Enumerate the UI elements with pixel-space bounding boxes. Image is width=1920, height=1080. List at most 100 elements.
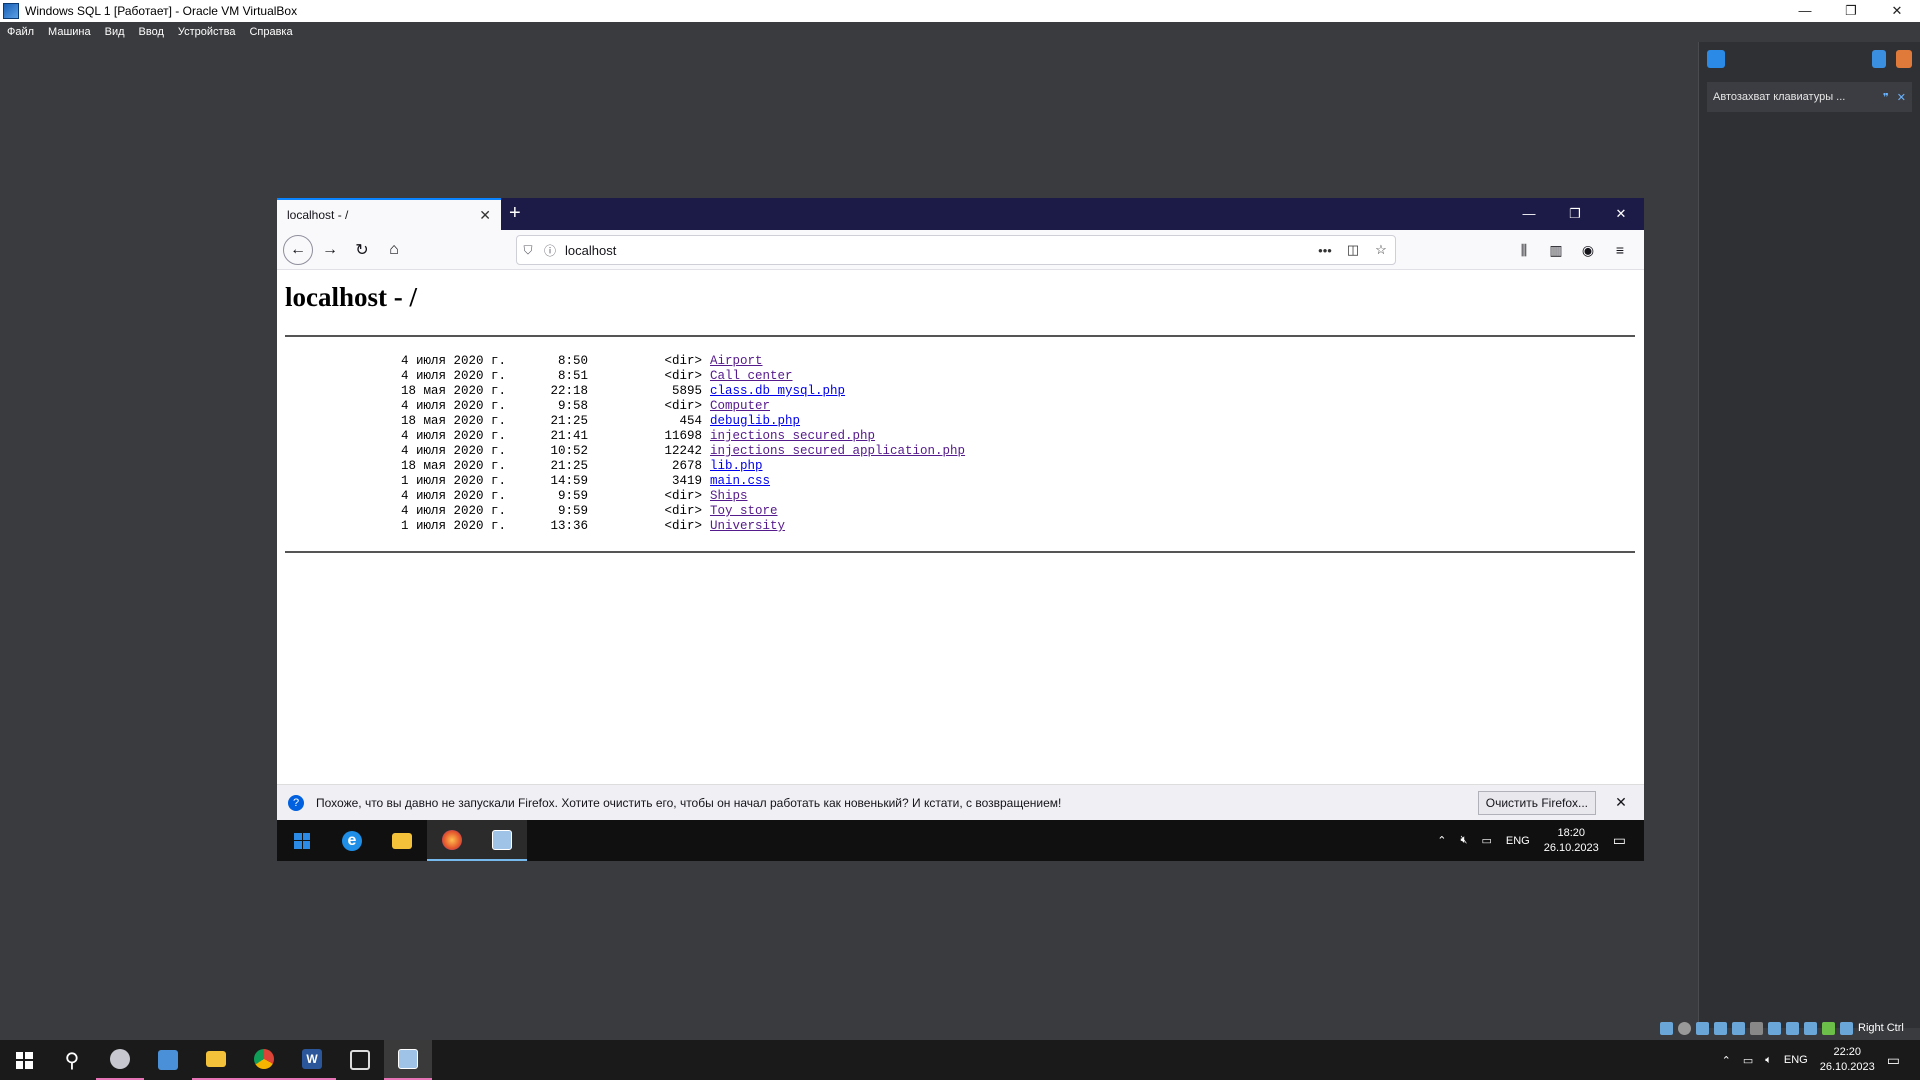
- host-clock[interactable]: 22:20 26.10.2023: [1820, 1045, 1875, 1075]
- host-start-button[interactable]: [0, 1040, 48, 1080]
- mouse-integration-icon[interactable]: [1822, 1021, 1835, 1035]
- listing-link[interactable]: Airport: [710, 354, 763, 369]
- chrome-icon: [254, 1049, 274, 1069]
- menu-machine[interactable]: Машина: [41, 26, 98, 38]
- notification-close-icon[interactable]: ✕: [1610, 794, 1632, 811]
- windows-logo-icon: [294, 832, 310, 849]
- chrome-taskbar-icon[interactable]: [240, 1040, 288, 1080]
- volume-icon[interactable]: 🔈︎: [1765, 1054, 1772, 1067]
- listing-link[interactable]: debuglib.php: [710, 414, 800, 429]
- app-taskbar-icon-2[interactable]: [144, 1040, 192, 1080]
- listing-row: 4 июля 2020 г. 8:51 <dir> Call center: [400, 369, 793, 384]
- menu-view[interactable]: Вид: [98, 26, 132, 38]
- library-icon[interactable]: ⫼: [1508, 235, 1540, 265]
- ie-taskbar-icon[interactable]: e: [327, 820, 377, 861]
- firefox-taskbar-icon[interactable]: [427, 820, 477, 861]
- host-lang-indicator[interactable]: ENG: [1784, 1054, 1808, 1066]
- display-status-icon[interactable]: [1768, 1021, 1781, 1035]
- cpu-status-icon[interactable]: [1804, 1021, 1817, 1035]
- back-button[interactable]: ←: [283, 234, 313, 265]
- tab-close-icon[interactable]: ✕: [479, 207, 491, 224]
- sort-icon[interactable]: [1872, 50, 1886, 68]
- network-status-icon[interactable]: [1714, 1021, 1727, 1035]
- firefox-navbar: ← → ↻ ⌂ ⛉ ⓘ localhost ••• ◫ ☆ ⫼ ▥ ◉ ≡: [277, 230, 1644, 270]
- menu-devices[interactable]: Устройства: [171, 26, 243, 38]
- notice-pin-icon[interactable]: ❞: [1883, 91, 1889, 104]
- new-tab-button[interactable]: +: [509, 198, 521, 230]
- hdd-status-icon[interactable]: [1660, 1021, 1673, 1035]
- minimize-button[interactable]: —: [1782, 0, 1828, 22]
- page-actions-icon[interactable]: •••: [1311, 243, 1339, 258]
- listing-link[interactable]: class.db_mysql.php: [710, 384, 845, 399]
- explorer-taskbar-icon[interactable]: [192, 1040, 240, 1080]
- action-center-icon[interactable]: ▭: [1887, 1052, 1900, 1069]
- tab-title: localhost - /: [287, 208, 349, 222]
- tracking-shield-icon[interactable]: ⛉: [517, 243, 539, 258]
- listing-link[interactable]: Toy store: [710, 504, 778, 519]
- listing-link[interactable]: Computer: [710, 399, 770, 414]
- guest-start-button[interactable]: [277, 820, 327, 861]
- tab-localhost[interactable]: localhost - / ✕: [277, 198, 501, 230]
- listing-link[interactable]: injections_secured.php: [710, 429, 875, 444]
- search-button[interactable]: ⚲: [48, 1040, 96, 1080]
- url-text[interactable]: localhost: [561, 243, 1311, 258]
- notification-message: Похоже, что вы давно не запускали Firefo…: [316, 795, 1062, 810]
- notice-close-icon[interactable]: ✕: [1897, 91, 1906, 104]
- reload-button[interactable]: ↻: [347, 235, 377, 265]
- listing-link[interactable]: lib.php: [710, 459, 763, 474]
- explorer-taskbar-icon[interactable]: [377, 820, 427, 861]
- audio-status-icon[interactable]: [1696, 1021, 1709, 1035]
- site-info-icon[interactable]: ⓘ: [539, 242, 561, 259]
- listing-row: 4 июля 2020 г. 8:50 <dir> Airport: [400, 354, 763, 369]
- virtualbox-taskbar-icon[interactable]: [336, 1040, 384, 1080]
- tray-overflow-icon[interactable]: ⌃: [1437, 834, 1446, 847]
- listing-link[interactable]: injections_secured_application.php: [710, 444, 965, 459]
- home-button[interactable]: ⌂: [379, 235, 409, 265]
- listing-link[interactable]: Ships: [710, 489, 748, 504]
- tray-overflow-icon[interactable]: ⌃: [1722, 1054, 1731, 1067]
- firefox-close-button[interactable]: ✕: [1598, 198, 1644, 230]
- recording-status-icon[interactable]: [1786, 1021, 1799, 1035]
- guest-lang-indicator[interactable]: ENG: [1506, 835, 1530, 847]
- optical-drive-icon[interactable]: [1678, 1021, 1691, 1035]
- listing-link[interactable]: University: [710, 519, 785, 534]
- action-center-icon[interactable]: ▭: [1613, 832, 1626, 849]
- account-icon[interactable]: ◉: [1572, 235, 1604, 265]
- firefox-minimize-button[interactable]: —: [1506, 198, 1552, 230]
- word-icon: W: [302, 1049, 322, 1069]
- guest-date: 26.10.2023: [1543, 841, 1599, 854]
- refresh-firefox-button[interactable]: Очистить Firefox...: [1477, 790, 1596, 815]
- close-button[interactable]: ✕: [1874, 0, 1920, 22]
- ie-icon: e: [342, 830, 362, 851]
- pocket-icon[interactable]: ◫: [1339, 242, 1367, 258]
- sidebar-icon[interactable]: ▥: [1540, 235, 1572, 265]
- bookmark-star-icon[interactable]: ☆: [1367, 242, 1395, 258]
- url-bar[interactable]: ⛉ ⓘ localhost ••• ◫ ☆: [516, 235, 1396, 265]
- notification-center-icon[interactable]: [1707, 50, 1725, 68]
- firefox-restore-button[interactable]: ❐: [1552, 198, 1598, 230]
- vm-taskbar-icon[interactable]: [384, 1040, 432, 1080]
- guest-clock[interactable]: 18:20 26.10.2023: [1544, 826, 1599, 856]
- app-taskbar-icon-1[interactable]: [96, 1040, 144, 1080]
- keyboard-capture-notice[interactable]: Автозахват клавиатуры ... ❞ ✕: [1707, 82, 1912, 112]
- menu-hamburger-icon[interactable]: ≡: [1604, 235, 1636, 265]
- forward-button[interactable]: →: [315, 235, 345, 265]
- restore-button[interactable]: ❐: [1828, 0, 1874, 22]
- volume-muted-icon[interactable]: 🔇︎: [1461, 834, 1468, 847]
- menu-help[interactable]: Справка: [242, 26, 299, 38]
- word-taskbar-icon[interactable]: W: [288, 1040, 336, 1080]
- guest-time: 18:20: [1557, 826, 1585, 839]
- server-manager-taskbar-icon[interactable]: [477, 820, 527, 861]
- menu-input[interactable]: Ввод: [132, 26, 171, 38]
- listing-row: 18 мая 2020 г. 22:18 5895 class.db_mysql.ph…: [400, 384, 846, 399]
- listing-link[interactable]: main.css: [710, 474, 770, 489]
- dismiss-all-icon[interactable]: [1896, 50, 1912, 68]
- shared-folders-icon[interactable]: [1750, 1021, 1763, 1035]
- keyboard-capture-icon[interactable]: [1840, 1021, 1853, 1035]
- menu-file[interactable]: Файл: [0, 26, 41, 38]
- network-icon[interactable]: ▭: [1743, 1054, 1753, 1067]
- listing-link[interactable]: Call center: [710, 369, 793, 384]
- network-icon[interactable]: ▭: [1481, 834, 1491, 847]
- usb-status-icon[interactable]: [1732, 1021, 1745, 1035]
- page-heading: localhost - /: [285, 282, 417, 312]
